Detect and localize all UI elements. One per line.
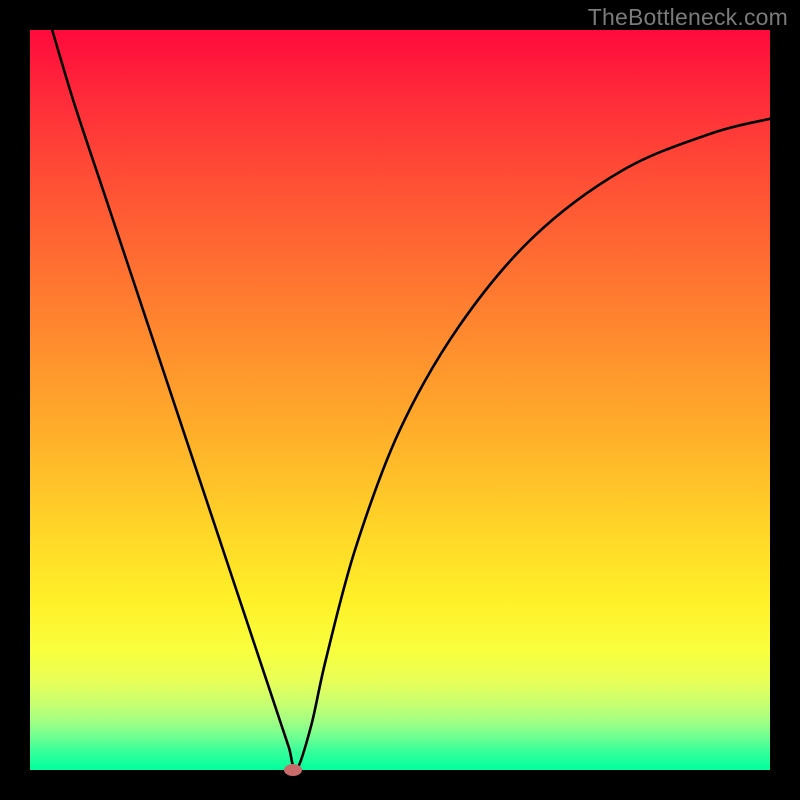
chart-container: TheBottleneck.com	[0, 0, 800, 800]
plot-area	[30, 30, 770, 770]
curve-svg	[30, 30, 770, 770]
watermark-text: TheBottleneck.com	[588, 4, 788, 31]
minimum-marker	[284, 764, 302, 776]
bottleneck-curve	[52, 30, 770, 770]
